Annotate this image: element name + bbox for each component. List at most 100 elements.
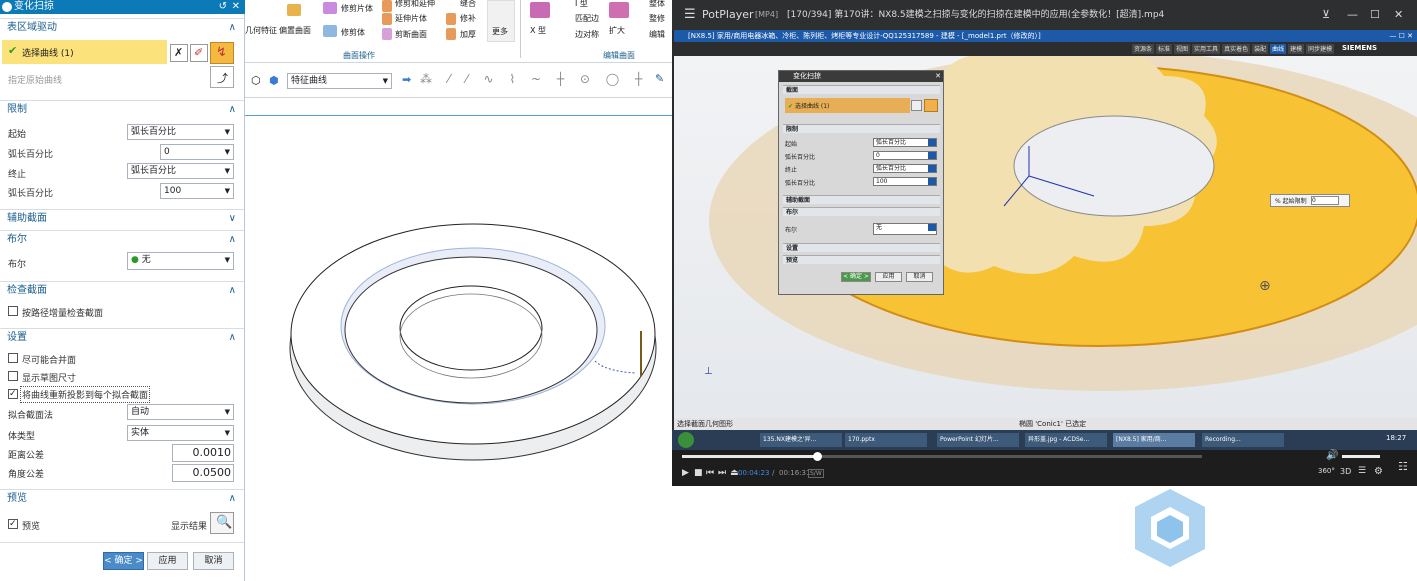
inner-curve-icon[interactable] <box>924 99 938 112</box>
section-header-aux[interactable]: 辅助截面 ∨ <box>0 209 244 227</box>
show-result-magnifier-icon[interactable]: 🔍 <box>210 512 234 534</box>
select-curve-row[interactable]: ✔ 选择曲线 (1) <box>2 40 167 64</box>
angle-tol-input[interactable]: 0.0500 <box>172 464 234 482</box>
taskbar-item[interactable]: 异形盖.jpg - ACDSe... <box>1025 433 1107 447</box>
reproject-checkbox[interactable]: ✓ <box>8 389 18 399</box>
start-orb-icon[interactable] <box>678 432 694 448</box>
x-type-label[interactable]: X 型 <box>530 25 546 36</box>
inner-select-curve[interactable]: ✔ 选择曲线 (1) <box>785 98 910 113</box>
volume-bar[interactable] <box>1342 455 1380 458</box>
origin-curve-icon[interactable]: ⤴ <box>210 66 234 88</box>
inner-section-boolean[interactable]: 布尔 <box>783 207 940 216</box>
sw-badge[interactable]: S/W <box>808 469 824 478</box>
inner-pct1-field[interactable]: 0 <box>873 151 937 160</box>
inner-pct2-field[interactable]: 100 <box>873 177 937 186</box>
3d-button[interactable]: 3D <box>1340 467 1351 476</box>
tab-utilities[interactable]: 实用工具 <box>1192 44 1221 54</box>
enlarge-label[interactable]: 扩大 <box>609 25 625 36</box>
offset-surface-icon[interactable] <box>287 4 301 16</box>
sew-label[interactable]: 缝合 <box>460 0 476 9</box>
inner-section-section[interactable]: 截面 <box>783 85 940 94</box>
collapse-icon[interactable]: ∧ <box>229 329 236 347</box>
taskbar-item[interactable]: [NX8.5] 家用/商... <box>1113 433 1195 447</box>
collapse-icon[interactable]: ∧ <box>229 101 236 119</box>
start-select[interactable]: 弧长百分比 ▼ <box>127 124 234 140</box>
inner-ok-button[interactable]: < 确定 > <box>841 272 871 282</box>
inner-end-select[interactable]: 弧长百分比 <box>873 164 937 173</box>
playlist-icon[interactable]: ☰ <box>1358 466 1366 476</box>
inner-section-aux[interactable]: 辅助截面 <box>783 195 940 204</box>
start-limit-floating-input[interactable]: % 起始限制 0 <box>1270 194 1350 207</box>
close-icon[interactable]: ✕ <box>1394 0 1403 30</box>
trim-sheet-icon[interactable] <box>323 2 337 14</box>
check-increment-checkbox[interactable] <box>8 306 18 316</box>
cancel-button[interactable]: 取消 <box>193 552 234 570</box>
fit-method-select[interactable]: 自动 ▼ <box>127 404 234 420</box>
geometry-feature-partial-label[interactable]: 几何特征 <box>245 25 277 36</box>
expand-icon[interactable]: ∨ <box>229 210 236 228</box>
inner-section-limits[interactable]: 限制 <box>783 124 940 133</box>
arc-pct-end-field[interactable]: 100 ▼ <box>160 183 234 199</box>
tab-resource[interactable]: 资源条 <box>1132 44 1155 54</box>
tab-sync-modeling[interactable]: 同步建模 <box>1306 44 1335 54</box>
patch-icon[interactable] <box>446 13 456 25</box>
section-header-preview[interactable]: 预览 ∧ <box>0 489 244 507</box>
taskbar-item[interactable]: 135.NX建模之'异... <box>760 433 842 447</box>
extend-sheet-icon[interactable] <box>382 13 392 25</box>
body-type-select[interactable]: 实体 ▼ <box>127 425 234 441</box>
apply-button[interactable]: 应用 <box>147 552 188 570</box>
close-icon[interactable]: ✕ <box>232 0 240 14</box>
tab-curve[interactable]: 曲线 <box>1270 44 1287 54</box>
arrow-right-icon[interactable]: ➡ <box>402 73 411 86</box>
section-header-settings[interactable]: 设置 ∧ <box>0 328 244 346</box>
body-icon[interactable]: ⬢ <box>269 74 279 87</box>
merge-faces-checkbox[interactable] <box>8 353 18 363</box>
seek-knob[interactable] <box>813 452 823 461</box>
enlarge-icon[interactable] <box>609 2 629 18</box>
pin-icon[interactable]: ⊻ <box>1322 0 1330 30</box>
tab-true-shading[interactable]: 真实着色 <box>1222 44 1251 54</box>
taskbar-item[interactable]: 170.pptx <box>845 433 927 447</box>
thicken-label[interactable]: 加厚 <box>460 29 476 40</box>
tab-modeling[interactable]: 建模 <box>1288 44 1305 54</box>
vr360-button[interactable]: 360° <box>1318 467 1335 475</box>
show-sketch-dims-checkbox[interactable] <box>8 371 18 381</box>
play-icon[interactable]: ▶ <box>682 468 689 478</box>
maximize-icon[interactable]: ☐ <box>1370 0 1380 30</box>
inner-section-settings[interactable]: 设置 <box>783 243 940 252</box>
settings-gear-icon[interactable]: ⚙ <box>1374 466 1383 477</box>
tab-standard[interactable]: 标准 <box>1156 44 1173 54</box>
i-type-label[interactable]: I 型 <box>575 0 588 9</box>
refit-label[interactable]: 整修 <box>649 13 665 24</box>
trim-body-icon[interactable] <box>323 25 337 37</box>
reverse-direction-icon[interactable]: ✗ <box>170 44 188 62</box>
patch-label[interactable]: 修补 <box>460 13 476 24</box>
menu-icon[interactable]: ☰ <box>684 0 696 30</box>
preview-checkbox[interactable]: ✓ <box>8 519 18 529</box>
tab-assembly[interactable]: 装配 <box>1252 44 1269 54</box>
boolean-select[interactable]: ● 无 ▼ <box>127 252 234 270</box>
trim-body-label[interactable]: 修剪体 <box>341 27 365 38</box>
trim-extend-icon[interactable] <box>382 0 392 12</box>
cube-icon[interactable]: ⬡ <box>251 74 261 87</box>
inner-bool-select[interactable]: 无 <box>873 223 937 235</box>
offset-surface-label[interactable]: 偏置曲面 <box>279 25 311 36</box>
minimize-icon[interactable]: — <box>1347 0 1358 30</box>
curve-select-icon[interactable]: ↯ <box>210 42 234 64</box>
stop-icon[interactable]: ■ <box>694 468 703 478</box>
inner-apply-button[interactable]: 应用 <box>875 272 902 282</box>
start-limit-value[interactable]: 0 <box>1311 196 1339 205</box>
edit-label[interactable]: 编辑 <box>649 29 665 40</box>
end-select[interactable]: 弧长百分比 ▼ <box>127 163 234 179</box>
split-surface-icon[interactable] <box>382 28 392 40</box>
collapse-icon[interactable]: ∧ <box>229 19 236 37</box>
split-surface-label[interactable]: 剪断曲面 <box>395 29 427 40</box>
curve-rule-select[interactable]: 特征曲线 ▼ <box>287 73 392 89</box>
edge-symmetry-label[interactable]: 边对称 <box>575 29 599 40</box>
reset-icon[interactable]: ↺ <box>219 0 227 14</box>
next-icon[interactable]: ⏭ <box>718 468 726 478</box>
taskbar-item[interactable]: Recording... <box>1202 433 1284 447</box>
taskbar-item[interactable]: PowerPoint 幻灯片... <box>937 433 1019 447</box>
inner-sketch-icon[interactable] <box>911 100 922 111</box>
menu-grid-icon[interactable]: ☷ <box>1398 460 1408 473</box>
